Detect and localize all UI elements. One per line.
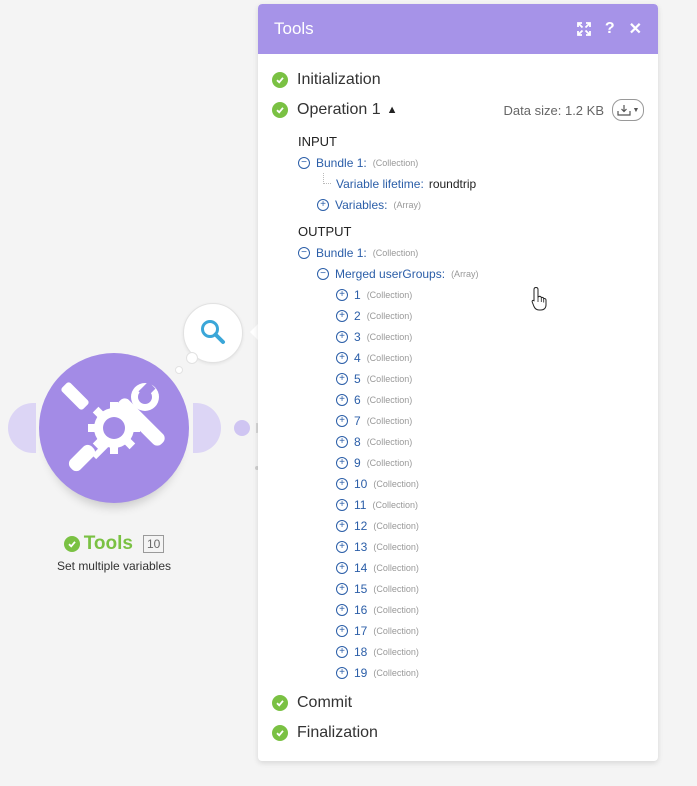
tree-node[interactable]: +16 (Collection) (258, 599, 658, 620)
expand-node-icon[interactable]: + (336, 561, 348, 574)
download-button[interactable]: ▼ (612, 99, 644, 121)
tree-node[interactable]: +8 (Collection) (258, 431, 658, 452)
tree-node[interactable]: +10 (Collection) (258, 473, 658, 494)
collapse-icon[interactable]: − (298, 156, 310, 169)
expand-node-icon[interactable]: + (336, 666, 348, 679)
expand-node-icon[interactable]: + (336, 624, 348, 637)
caret-up-icon[interactable]: ▲ (387, 104, 398, 116)
tools-icon (61, 381, 165, 472)
tree-node[interactable]: +1 (Collection) (258, 284, 658, 305)
tree-node[interactable]: +15 (Collection) (258, 578, 658, 599)
data-size-label: Data size: 1.2 KB (503, 102, 604, 118)
section-operation[interactable]: Operation 1 ▲ Data size: 1.2 KB ▼ (258, 95, 658, 125)
module-description: Set multiple variables (56, 559, 172, 573)
bubble-tail-dot (186, 352, 198, 364)
tree-node[interactable]: +17 (Collection) (258, 620, 658, 641)
expand-node-icon[interactable]: + (336, 477, 348, 490)
expand-node-icon[interactable]: + (336, 540, 348, 553)
inspector-panel: Tools ? ✕ Initialization Operation 1 ▲ D… (258, 4, 658, 761)
check-icon (272, 72, 288, 88)
tree-node[interactable]: +2 (Collection) (258, 305, 658, 326)
help-icon[interactable]: ? (605, 20, 615, 38)
expand-node-icon[interactable]: + (336, 435, 348, 448)
tree-node[interactable]: +9 (Collection) (258, 452, 658, 473)
expand-node-icon[interactable]: + (336, 456, 348, 469)
check-icon (272, 725, 288, 741)
expand-node-icon[interactable]: + (336, 645, 348, 658)
module-label: Tools 10 Set multiple variables (0, 533, 228, 573)
tree-node[interactable]: +4 (Collection) (258, 347, 658, 368)
panel-header: Tools ? ✕ (258, 4, 658, 54)
section-label: Finalization (297, 724, 378, 741)
chevron-down-icon: ▼ (632, 106, 640, 114)
close-icon[interactable]: ✕ (629, 19, 642, 39)
check-icon (272, 102, 288, 118)
tree-node[interactable]: +18 (Collection) (258, 641, 658, 662)
output-items-list: +1 (Collection) +2 (Collection) +3 (Collectio… (258, 284, 658, 683)
tree-node[interactable]: Variable lifetime: roundtrip (258, 173, 658, 194)
tree-node[interactable]: +7 (Collection) (258, 410, 658, 431)
expand-node-icon[interactable]: + (336, 288, 348, 301)
tree-connector (323, 183, 331, 184)
data-size: Data size: 1.2 KB ▼ (504, 99, 658, 121)
expand-node-icon[interactable]: + (317, 198, 329, 211)
panel-title: Tools (274, 19, 314, 38)
expand-node-icon[interactable]: + (336, 603, 348, 616)
module-name[interactable]: Tools (84, 533, 133, 555)
tree-node[interactable]: +13 (Collection) (258, 536, 658, 557)
magnifier-icon (201, 320, 225, 344)
section-commit[interactable]: Commit (258, 688, 658, 718)
tree-node[interactable]: +14 (Collection) (258, 557, 658, 578)
expand-node-icon[interactable]: + (336, 330, 348, 343)
tree-node[interactable]: − Merged userGroups: (Array) (258, 263, 658, 284)
input-label: INPUT (298, 134, 337, 149)
bubble-tail-dot (175, 366, 183, 374)
tree-node[interactable]: +5 (Collection) (258, 368, 658, 389)
module-id-badge: 10 (142, 535, 165, 553)
tools-module[interactable] (39, 353, 189, 503)
tree-node[interactable]: +3 (Collection) (258, 326, 658, 347)
expand-node-icon[interactable]: + (336, 309, 348, 322)
collapse-icon[interactable]: − (317, 267, 329, 280)
section-finalization[interactable]: Finalization (258, 718, 658, 748)
tree-node[interactable]: + Variables: (Array) (258, 194, 658, 215)
download-icon (616, 105, 631, 116)
expand-node-icon[interactable]: + (336, 393, 348, 406)
check-icon (272, 695, 288, 711)
tree-node[interactable]: +12 (Collection) (258, 515, 658, 536)
expand-node-icon[interactable]: + (336, 372, 348, 385)
tree-node[interactable]: +11 (Collection) (258, 494, 658, 515)
hand-cursor-icon (531, 286, 547, 311)
expand-node-icon[interactable]: + (336, 351, 348, 364)
collapse-icon[interactable]: − (298, 246, 310, 259)
tree-node[interactable]: +6 (Collection) (258, 389, 658, 410)
module-right-handle[interactable] (193, 403, 221, 453)
check-icon (63, 536, 80, 552)
connector-dot[interactable] (234, 420, 250, 436)
expand-node-icon[interactable]: + (336, 498, 348, 511)
section-label: Initialization (297, 71, 381, 88)
section-initialization[interactable]: Initialization (258, 65, 658, 95)
expand-node-icon[interactable]: + (336, 519, 348, 532)
tree-node[interactable]: +19 (Collection) (258, 662, 658, 683)
expand-icon[interactable] (576, 22, 591, 36)
tree-node[interactable]: − Bundle 1: (Collection) (258, 242, 658, 263)
output-label: OUTPUT (298, 224, 352, 239)
section-label: Commit (297, 694, 353, 711)
tree-node[interactable]: − Bundle 1: (Collection) (258, 152, 658, 173)
expand-node-icon[interactable]: + (336, 414, 348, 427)
expand-node-icon[interactable]: + (336, 582, 348, 595)
section-label: Operation 1 (297, 101, 381, 118)
module-left-handle[interactable] (8, 403, 36, 453)
